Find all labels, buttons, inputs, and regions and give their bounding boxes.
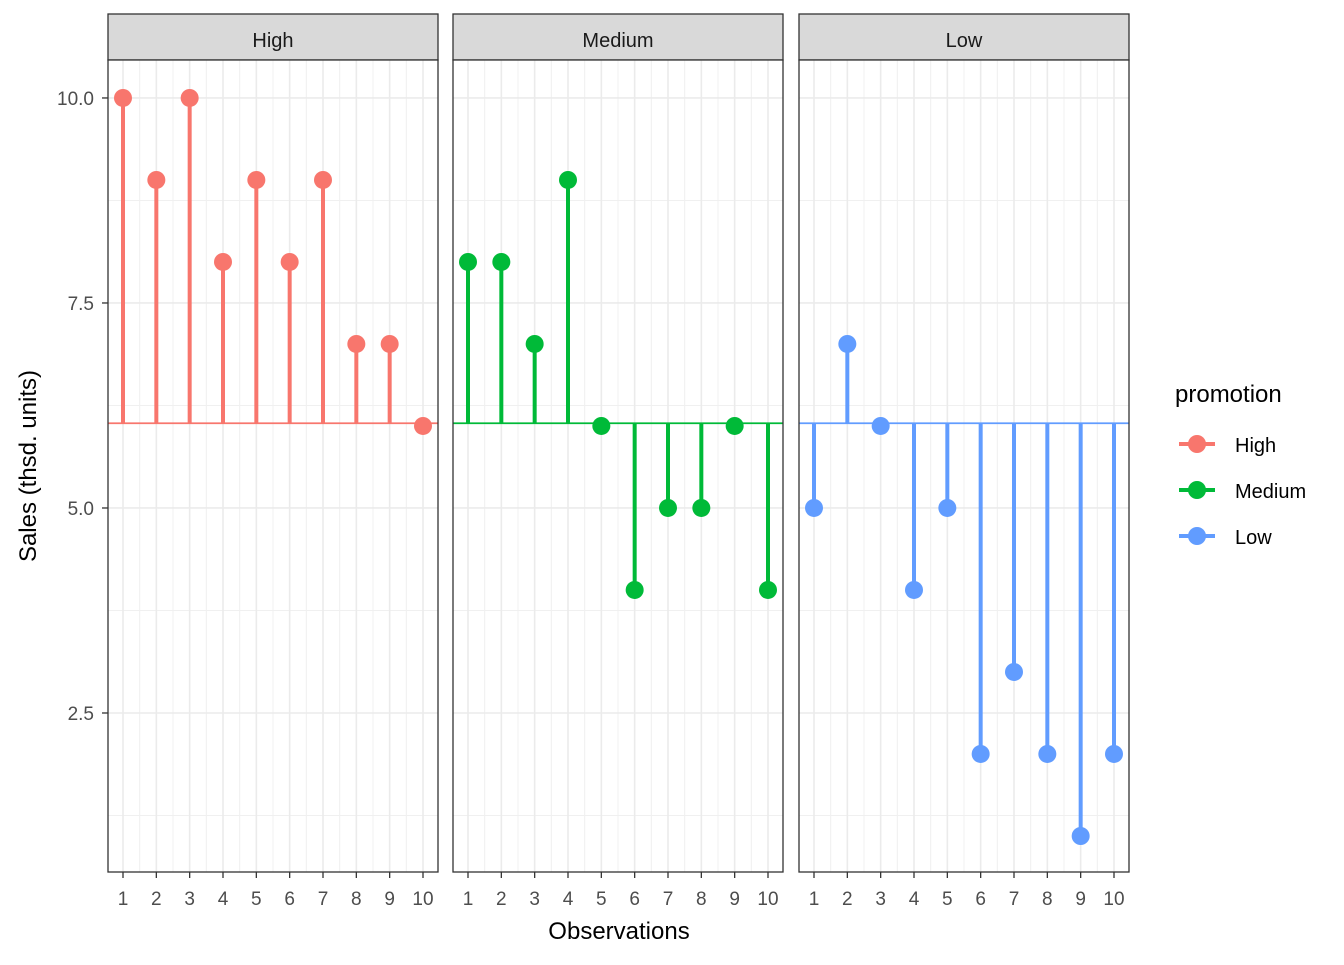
x-tick-label: 5 xyxy=(251,889,262,910)
x-tick-label: 9 xyxy=(1075,889,1086,910)
lollipop-point xyxy=(280,252,299,271)
legend-label: High xyxy=(1235,435,1276,457)
lollipop-point xyxy=(759,580,777,599)
x-tick-label: 8 xyxy=(1042,889,1053,910)
lollipop-point xyxy=(871,416,890,435)
lollipop-point xyxy=(459,252,477,271)
facet-strip-label: Low xyxy=(946,30,983,52)
lollipop-point xyxy=(380,334,399,353)
x-tick-label: 4 xyxy=(563,889,574,910)
x-tick-label: 7 xyxy=(318,889,329,910)
facet-strip-label: High xyxy=(252,30,293,52)
x-tick-label: 3 xyxy=(875,889,886,910)
x-tick-label: 9 xyxy=(729,889,740,910)
facet-panel-low: Low 1 2 3 4 5 6 7 8 9 10 xyxy=(798,13,1130,910)
lollipop-point xyxy=(525,334,544,353)
legend-key-point xyxy=(1188,481,1206,499)
lollipop-point xyxy=(805,498,823,517)
lollipop-point xyxy=(559,170,577,189)
lollipop-point xyxy=(314,170,332,189)
legend-title: promotion xyxy=(1175,381,1282,408)
x-tick-label: 1 xyxy=(118,889,129,910)
x-tick-label: 7 xyxy=(663,889,674,910)
lollipop-point xyxy=(1038,744,1057,763)
legend-item-high: High xyxy=(1179,435,1276,457)
facet-panel-medium: Medium 1 2 3 4 5 6 7 8 9 10 xyxy=(452,13,784,910)
legend-item-medium: Medium xyxy=(1179,481,1306,503)
x-tick-label: 2 xyxy=(496,889,507,910)
x-tick-label: 2 xyxy=(842,889,853,910)
lollipop-point xyxy=(625,580,644,599)
y-tick-label: 5.0 xyxy=(68,499,94,520)
x-tick-label: 4 xyxy=(218,889,229,910)
lollipop-point xyxy=(1005,662,1023,681)
lollipop-point xyxy=(180,88,199,107)
lollipop-point xyxy=(147,170,166,189)
lollipop-point xyxy=(592,416,611,435)
x-tick-label: 6 xyxy=(629,889,640,910)
lollipop-point xyxy=(114,88,132,107)
lollipop-point xyxy=(938,498,957,517)
lollipop-point xyxy=(1105,744,1123,763)
lollipop-point xyxy=(247,170,266,189)
lollipop-point xyxy=(905,580,923,599)
y-tick-label: 2.5 xyxy=(68,704,94,725)
x-tick-label: 4 xyxy=(909,889,920,910)
x-tick-label: 5 xyxy=(942,889,953,910)
x-tick-label: 9 xyxy=(384,889,395,910)
x-tick-label: 10 xyxy=(757,889,778,910)
x-tick-label: 6 xyxy=(975,889,986,910)
lollipop-point xyxy=(347,334,366,353)
x-tick-label: 3 xyxy=(184,889,195,910)
lollipop-point xyxy=(838,334,857,353)
lollipop-point xyxy=(492,252,511,271)
legend-key-point xyxy=(1188,527,1206,545)
legend-item-low: Low xyxy=(1179,527,1272,549)
lollipop-point xyxy=(971,744,990,763)
lollipop-point xyxy=(214,252,232,271)
faceted-lollipop-chart: Sales (thsd. units) Observations High 1 2 3… xyxy=(15,13,1306,945)
y-tick-label: 10.0 xyxy=(57,89,94,110)
x-tick-label: 8 xyxy=(696,889,707,910)
legend-label: Medium xyxy=(1235,481,1306,503)
x-tick-label: 1 xyxy=(463,889,474,910)
lollipop-point xyxy=(659,498,677,517)
facet-strip-label: Medium xyxy=(582,30,653,52)
y-axis-title: Sales (thsd. units) xyxy=(15,370,42,562)
x-tick-label: 3 xyxy=(529,889,540,910)
facet-panel-high: High 1 2 3 4 5 6 7 8 9 10 2.5 5.0 7.5 10.0 xyxy=(57,13,439,910)
lollipop-point xyxy=(414,416,432,435)
x-tick-label: 7 xyxy=(1009,889,1020,910)
x-tick-label: 6 xyxy=(284,889,295,910)
x-axis-title: Observations xyxy=(548,918,689,945)
lollipop-point xyxy=(725,416,744,435)
x-tick-label: 2 xyxy=(151,889,162,910)
x-tick-label: 10 xyxy=(1103,889,1124,910)
legend-label: Low xyxy=(1235,527,1272,549)
legend: promotion High Medium Low xyxy=(1175,381,1306,549)
legend-key-point xyxy=(1188,435,1206,453)
lollipop-point xyxy=(692,498,711,517)
x-tick-label: 1 xyxy=(809,889,820,910)
x-tick-label: 5 xyxy=(596,889,607,910)
lollipop-point xyxy=(1071,827,1090,846)
x-tick-label: 10 xyxy=(412,889,433,910)
x-tick-label: 8 xyxy=(351,889,362,910)
y-tick-label: 7.5 xyxy=(68,294,94,315)
